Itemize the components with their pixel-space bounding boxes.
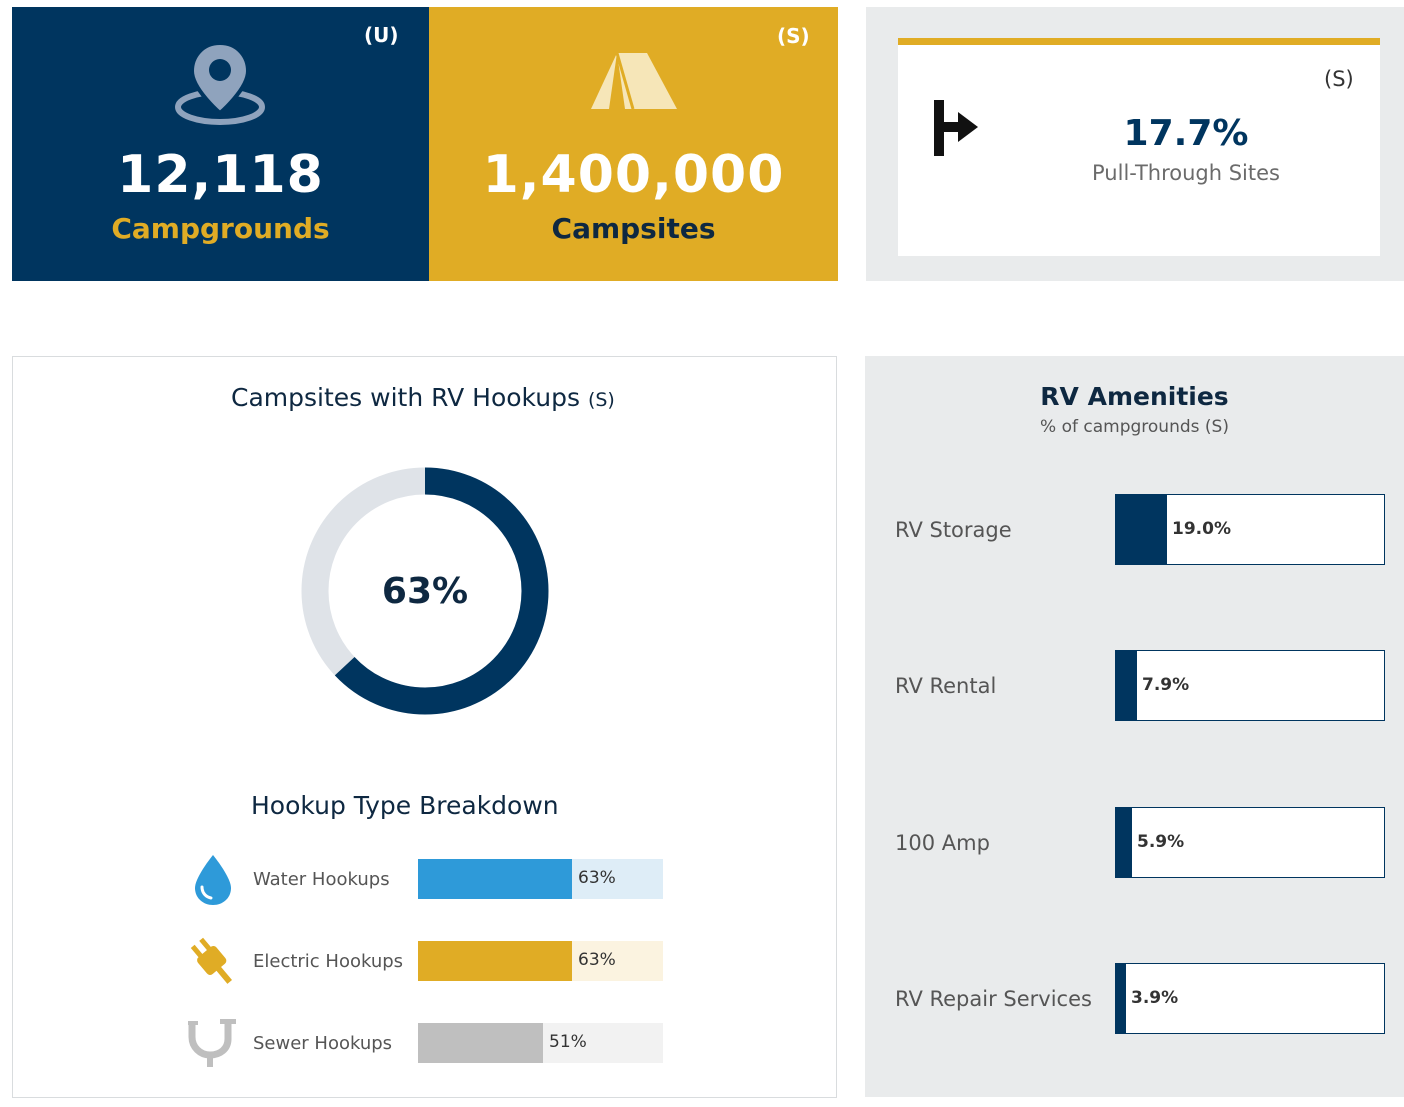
- 100-amp-bar-fill: [1116, 808, 1132, 877]
- breakdown-title: Hookup Type Breakdown: [251, 791, 559, 820]
- sewer-pipe-icon: [188, 1019, 236, 1067]
- campgrounds-source-tag: (U): [364, 23, 399, 47]
- rv-storage-label: RV Storage: [895, 518, 1012, 542]
- amenity-row-rv-repair-services: RV Repair Services 3.9%: [865, 963, 1404, 1035]
- pull-through-card: (S) 17.7% Pull-Through Sites: [898, 38, 1380, 256]
- electric-hookups-bar: 63%: [418, 941, 663, 981]
- location-pin-icon: [175, 40, 265, 125]
- sewer-hookups-label: Sewer Hookups: [253, 1033, 393, 1054]
- amenities-panel: RV Amenities % of campgrounds (S) RV Sto…: [865, 356, 1404, 1097]
- amenity-row-rv-storage: RV Storage 19.0%: [865, 494, 1404, 566]
- rv-rental-bar: 7.9%: [1115, 650, 1385, 721]
- amenities-title: RV Amenities: [1040, 382, 1229, 411]
- rv-repair-services-value: 3.9%: [1131, 988, 1179, 1008]
- 100-amp-bar: 5.9%: [1115, 807, 1385, 878]
- 100-amp-value: 5.9%: [1137, 832, 1185, 852]
- water-hookups-bar-fill: [418, 859, 572, 899]
- sewer-hookups-bar-fill: [418, 1023, 543, 1063]
- water-hookups-value: 63%: [578, 868, 616, 888]
- rv-repair-services-bar: 3.9%: [1115, 963, 1385, 1034]
- hookups-title-tag: (S): [587, 389, 615, 411]
- rv-storage-value: 19.0%: [1172, 519, 1231, 539]
- campsites-value: 1,400,000: [482, 145, 785, 205]
- amenities-subtitle: % of campgrounds (S): [865, 417, 1404, 437]
- amenity-row-100-amp: 100 Amp 5.9%: [865, 807, 1404, 879]
- 100-amp-label: 100 Amp: [895, 831, 990, 855]
- hookups-title-text: Campsites with RV Hookups: [231, 383, 580, 412]
- rv-rental-value: 7.9%: [1142, 675, 1190, 695]
- pull-through-source-tag: (S): [1324, 67, 1354, 91]
- amenity-row-rv-rental: RV Rental 7.9%: [865, 650, 1404, 722]
- water-drop-icon: [195, 855, 231, 905]
- campsites-label: Campsites: [551, 212, 716, 245]
- campsites-tile: (S) 1,400,000 Campsites: [429, 7, 838, 281]
- water-hookups-bar: 63%: [418, 859, 663, 899]
- rv-storage-bar: 19.0%: [1115, 494, 1385, 565]
- pull-through-value: 17.7%: [1123, 113, 1249, 154]
- water-hookups-label: Water Hookups: [253, 869, 390, 890]
- electric-plug-icon: [190, 937, 233, 984]
- hookup-row-water: Water Hookups 63%: [13, 847, 836, 907]
- hookups-panel: Campsites with RV Hookups (S) 63% Hookup…: [12, 356, 837, 1098]
- campgrounds-value: 12,118: [117, 145, 324, 205]
- amenities-subtitle-tag: (S): [1204, 417, 1229, 437]
- amenities-subtitle-text: % of campgrounds: [1040, 417, 1200, 437]
- electric-hookups-value: 63%: [578, 950, 616, 970]
- pull-through-label: Pull-Through Sites: [1092, 161, 1280, 185]
- hookups-title: Campsites with RV Hookups (S): [231, 383, 615, 412]
- hookup-row-electric: Electric Hookups 63%: [13, 929, 836, 989]
- electric-hookups-bar-fill: [418, 941, 572, 981]
- sewer-hookups-value: 51%: [549, 1032, 587, 1052]
- campsites-source-tag: (S): [777, 24, 810, 48]
- sewer-hookups-bar: 51%: [418, 1023, 663, 1063]
- rv-repair-services-label: RV Repair Services: [895, 987, 1092, 1011]
- rv-storage-bar-fill: [1116, 495, 1167, 564]
- campgrounds-tile: (U) 12,118 Campgrounds: [12, 7, 429, 281]
- tent-icon: [591, 52, 677, 110]
- donut-center-label: 63%: [381, 571, 469, 612]
- electric-hookups-label: Electric Hookups: [253, 951, 404, 972]
- rv-rental-label: RV Rental: [895, 674, 997, 698]
- hookup-row-sewer: Sewer Hookups 51%: [13, 1011, 836, 1071]
- rv-rental-bar-fill: [1116, 651, 1137, 720]
- pull-through-arrow-icon: [934, 100, 978, 156]
- campgrounds-label: Campgrounds: [111, 212, 330, 245]
- rv-repair-services-bar-fill: [1116, 964, 1126, 1033]
